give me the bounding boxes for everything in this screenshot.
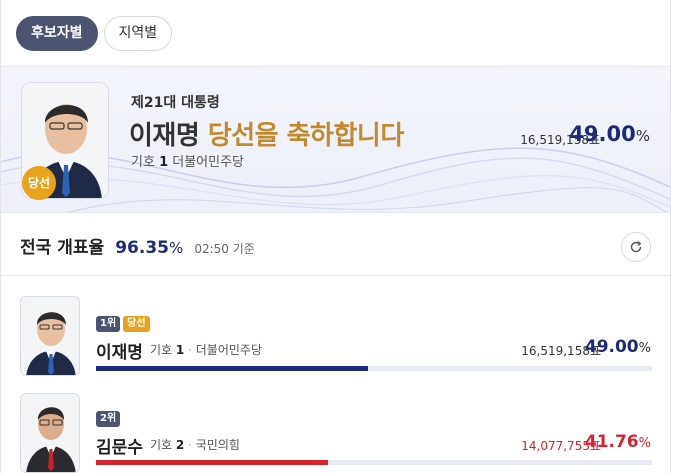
count-value: 96.35% [115,238,184,258]
count-label: 전국 개표율 [20,238,105,258]
candidate-percent: 41.76% [584,432,651,452]
congrats-message: 당선을 축하합니다 [207,121,404,151]
rank-tag: 2위 [96,411,121,427]
win-tag: 당선 [123,316,150,332]
symbol-number: 1 [159,155,169,170]
refresh-button[interactable] [621,232,651,262]
winner-badge: 당선 [22,166,56,200]
vote-share-fill [96,460,329,465]
party-name: 더불어민주당 [172,155,245,170]
view-tabs: 후보자별 지역별 [16,16,173,51]
count-time: 02:50 기준 [194,242,255,256]
winner-name: 이재명 [129,121,200,151]
winner-percent-unit: % [635,127,650,145]
candidate-photo [20,393,80,473]
tab-by-candidate[interactable]: 후보자별 [16,16,98,51]
vote-share-bar [96,366,652,371]
vote-share-fill [96,366,369,371]
national-count: 전국 개표율 96.35% 02:50 기준 [20,233,255,258]
candidate-meta: 기호 1 · 더불어민주당 [150,343,263,357]
person-photo-icon [21,297,79,375]
vote-share-bar [96,460,652,465]
candidate-photo [20,296,80,376]
candidate-row[interactable]: 2위 김문수 기호 2 · 국민의힘 14,077,755표 41.76% [0,393,671,473]
rank-tag: 1위 [96,316,121,332]
person-photo-icon [21,394,79,472]
tab-by-region[interactable]: 지역별 [103,16,173,51]
candidate-meta: 기호 2 · 국민의힘 [150,438,240,452]
winner-headline: 이재명 당선을 축하합니다 [129,115,404,152]
winner-percent-value: 49.00 [569,122,636,146]
section-divider [1,275,670,276]
winner-percent: 49.00% [569,122,650,146]
candidate-percent: 49.00% [584,337,651,357]
symbol-label: 기호 [131,155,155,170]
candidate-tags: 2위 [96,411,121,427]
candidate-row[interactable]: 1위 당선 이재명 기호 1 · 더불어민주당 16,519,158표 49.0… [0,296,671,386]
candidate-tags: 1위 당선 [96,316,150,332]
candidate-name: 이재명 [96,343,143,363]
refresh-icon [630,241,642,253]
winner-meta: 기호 1 더불어민주당 [131,151,244,170]
election-title: 제21대 대통령 [131,95,220,111]
candidate-name: 김문수 [96,438,143,458]
winner-banner: 당선 제21대 대통령 이재명 당선을 축하합니다 기호 1 더불어민주당 16… [1,66,670,213]
